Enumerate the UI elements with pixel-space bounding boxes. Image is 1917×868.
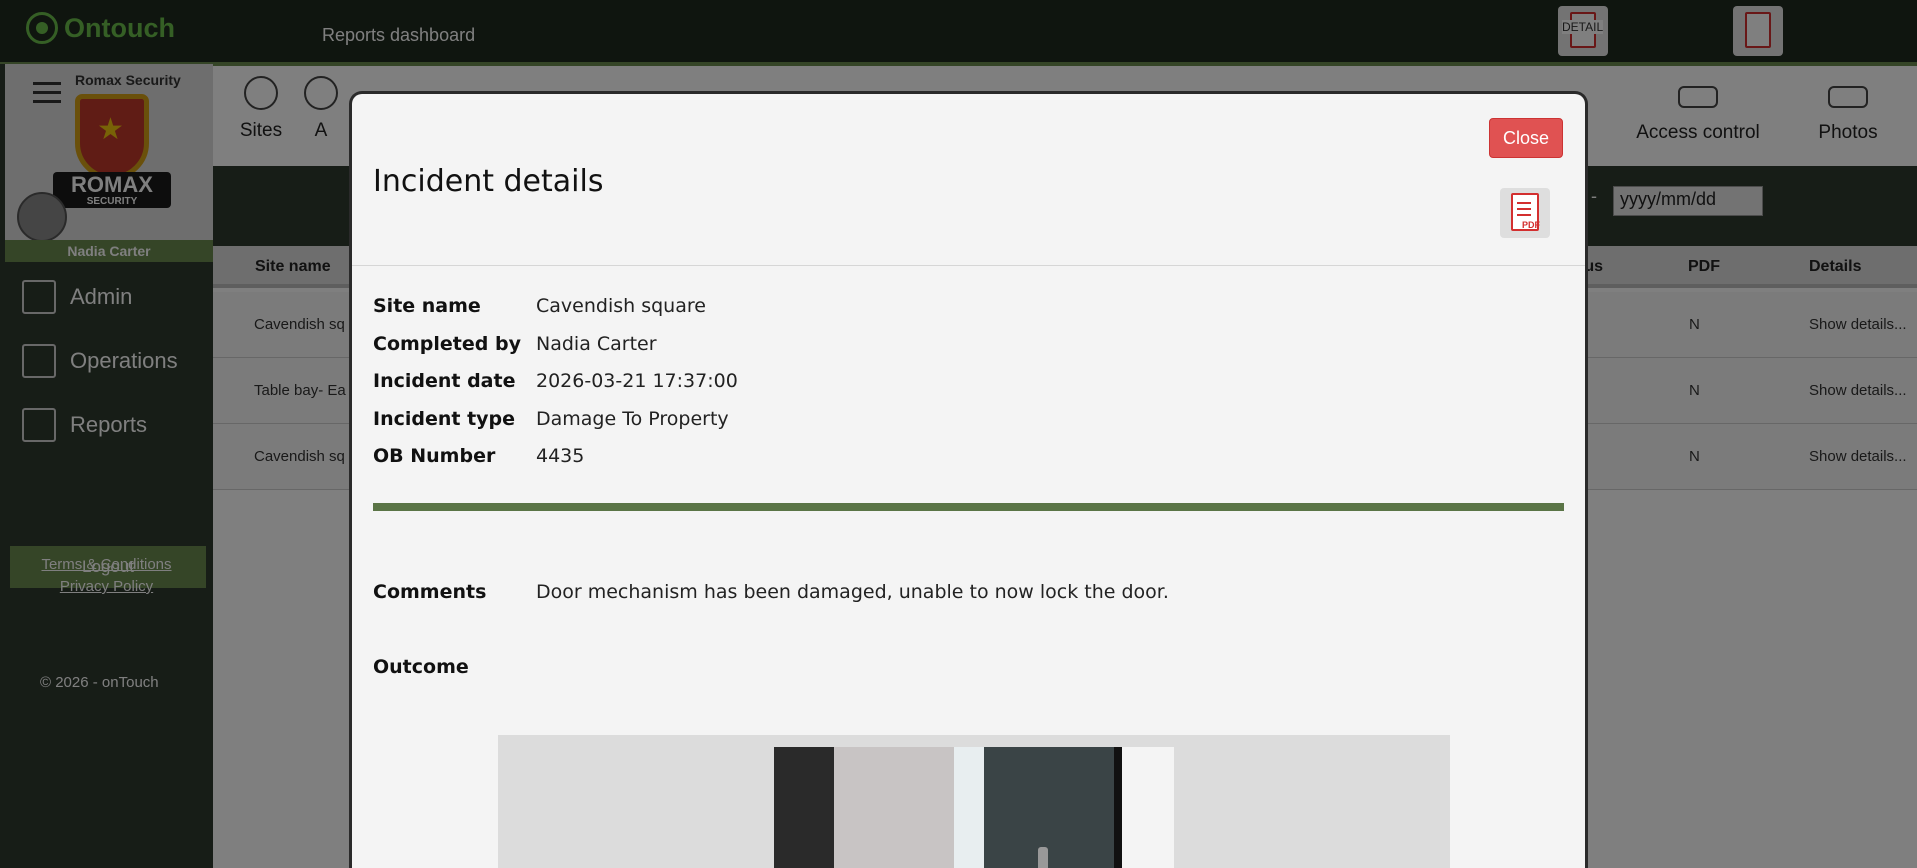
section-divider	[373, 503, 1564, 511]
field-value: 2026-03-21 17:37:00	[536, 370, 738, 392]
modal-divider	[352, 265, 1585, 266]
field-value: Door mechanism has been damaged, unable …	[536, 581, 1169, 603]
pdf-lines	[1517, 202, 1531, 220]
incident-details-modal: Close Incident details PDF Site name Cav…	[352, 94, 1585, 868]
field-label: OB Number	[373, 445, 496, 467]
field-label: Site name	[373, 295, 481, 317]
field-label: Completed by	[373, 333, 521, 355]
incident-pdf-button[interactable]: PDF	[1500, 188, 1550, 238]
incident-photo[interactable]	[774, 747, 1174, 868]
field-value: Cavendish square	[536, 295, 706, 317]
field-value: Damage To Property	[536, 408, 729, 430]
modal-title: Incident details	[373, 164, 604, 199]
field-label: Comments	[373, 581, 487, 603]
pdf-label: PDF	[1522, 220, 1540, 230]
field-label: Outcome	[373, 656, 469, 678]
field-label: Incident date	[373, 370, 516, 392]
close-button[interactable]: Close	[1489, 118, 1563, 158]
incident-photo-frame	[498, 735, 1450, 868]
field-value: 4435	[536, 445, 585, 467]
field-value: Nadia Carter	[536, 333, 657, 355]
field-label: Incident type	[373, 408, 516, 430]
